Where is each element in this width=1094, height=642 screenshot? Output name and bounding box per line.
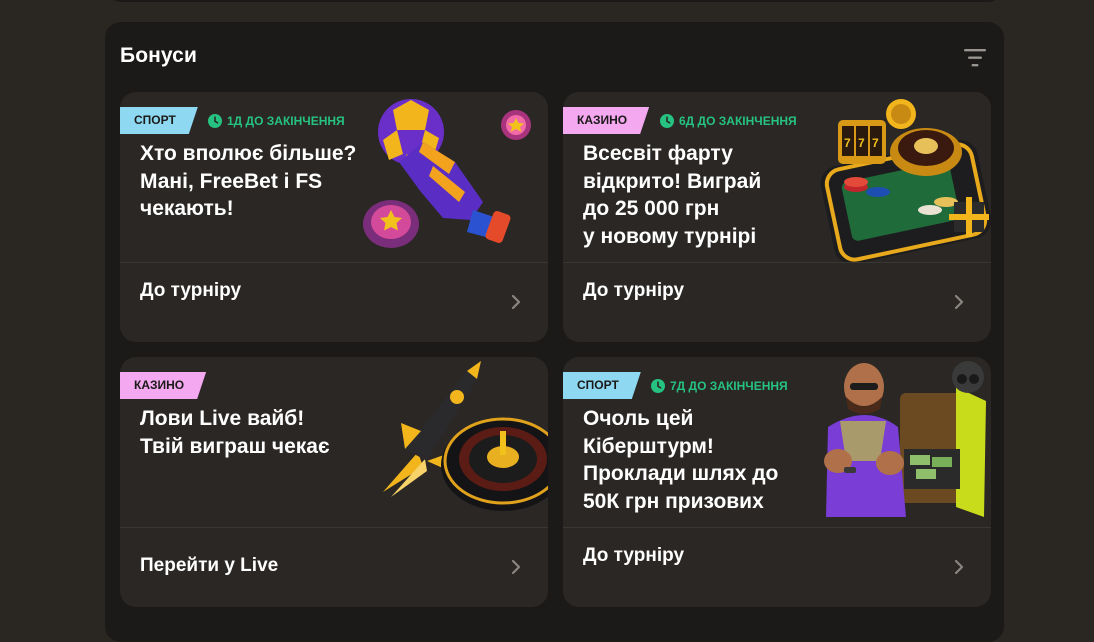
svg-text:7: 7 [844,136,851,150]
bonus-card[interactable]: СПОРТ 1Д ДО ЗАКІНЧЕННЯ Хто вполює більше… [120,92,548,342]
countdown-timer: 7Д ДО ЗАКІНЧЕННЯ [651,372,788,399]
tournament-link[interactable]: До турніру [563,263,991,342]
tournament-link[interactable]: До турніру [120,263,548,342]
svg-text:7: 7 [858,136,865,150]
section-title: Бонуси [120,44,197,67]
countdown-timer: 1Д ДО ЗАКІНЧЕННЯ [208,107,345,134]
svg-text:7: 7 [872,136,879,150]
card-title: Лови Live вайб! Твій виграш чекає [140,407,330,458]
link-label: До турніру [583,280,685,301]
clock-icon [660,113,674,128]
link-label: До турніру [140,280,242,301]
live-link[interactable]: Перейти у Live [120,528,548,607]
filter-icon[interactable] [961,44,989,72]
tournament-link[interactable]: До турніру [563,528,991,607]
link-label: Перейти у Live [140,555,279,576]
clock-icon [651,378,665,393]
category-badge: КАЗИНО [120,372,206,399]
card-title: Всесвіт фарту відкрито! Виграй до 25 000… [583,142,762,248]
timer-label: 1Д ДО ЗАКІНЧЕННЯ [227,113,345,128]
bonus-card[interactable]: КАЗИНО Лови Live вайб! Твій виграш чекає… [120,357,548,607]
card-title: Очоль цей Кіберштурм! Проклади шлях до 5… [583,407,779,513]
chevron-right-icon [954,559,964,575]
goalkeeper-glove-ball-illustration [363,99,531,248]
chevron-right-icon [954,294,964,310]
card-title: Хто вполює більше? Мані, FreeBet і FS че… [140,142,357,220]
phone-roulette-slots-illustration: 7 7 7 [820,99,991,262]
timer-label: 7Д ДО ЗАКІНЧЕННЯ [670,378,788,393]
chevron-right-icon [511,294,521,310]
timer-label: 6Д ДО ЗАКІНЧЕННЯ [679,113,797,128]
clock-icon [208,113,222,128]
chevron-right-icon [511,559,521,575]
rocket-roulette-illustration [383,361,548,511]
countdown-timer: 6Д ДО ЗАКІНЧЕННЯ [660,107,797,134]
link-label: До турніру [583,545,685,566]
previous-section-edge [105,0,1004,2]
cs-soldiers-money-illustration [824,361,986,517]
category-badge: КАЗИНО [563,107,649,134]
bonus-card[interactable]: КАЗИНО 6Д ДО ЗАКІНЧЕННЯ Всесвіт фарту ві… [563,92,991,342]
category-badge: СПОРТ [120,107,198,134]
bonus-card[interactable]: СПОРТ 7Д ДО ЗАКІНЧЕННЯ Очоль цей Кібершт… [563,357,991,607]
category-badge: СПОРТ [563,372,641,399]
